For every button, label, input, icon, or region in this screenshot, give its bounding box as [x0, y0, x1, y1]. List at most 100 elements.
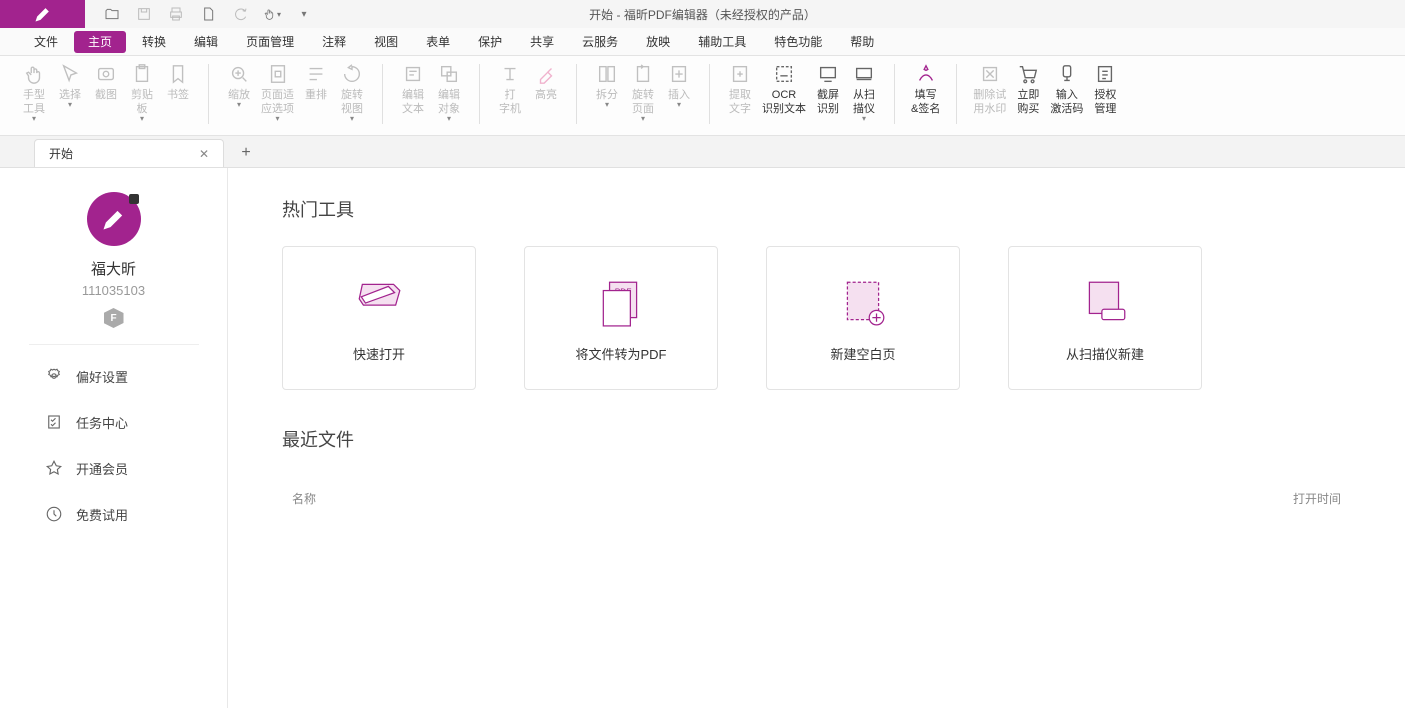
ribbon-insert[interactable]: 插入▾ — [661, 60, 697, 111]
rotate-icon — [340, 62, 364, 86]
ribbon-rotate[interactable]: 旋转 视图▾ — [334, 60, 370, 125]
ribbon-ocr[interactable]: OCR 识别文本 — [758, 60, 810, 118]
editobj-icon — [437, 62, 461, 86]
ribbon-zoom[interactable]: 缩放▾ — [221, 60, 257, 111]
menu-转换[interactable]: 转换 — [128, 28, 180, 56]
column-time: 打开时间 — [1293, 490, 1341, 507]
hand-icon — [22, 62, 46, 86]
convert-pdf-icon: PDF — [591, 274, 651, 330]
sidebar-item-vip[interactable]: 开通会员 — [44, 445, 227, 491]
ribbon-activate[interactable]: 输入 激活码 — [1046, 60, 1087, 118]
ribbon-split[interactable]: 拆分▾ — [589, 60, 625, 111]
qat-export[interactable] — [199, 5, 217, 23]
ribbon-clipboard[interactable]: 剪贴 板▾ — [124, 60, 160, 125]
ribbon-extract[interactable]: 提取 文字 — [722, 60, 758, 118]
vip-icon — [44, 458, 64, 478]
qat-touch[interactable]: ▾ — [263, 5, 281, 23]
app-logo[interactable] — [0, 0, 85, 28]
watermark-icon — [978, 62, 1002, 86]
qat-open[interactable] — [103, 5, 121, 23]
sidebar-item-tasks[interactable]: 任务中心 — [44, 399, 227, 445]
ribbon-snapshot[interactable]: 截图 — [88, 60, 124, 104]
title-bar: ▾ ▾ 开始 - 福昕PDF编辑器（未经授权的产品） — [0, 0, 1405, 28]
ribbon-bookmark[interactable]: 书签 — [160, 60, 196, 104]
sidebar: 福大昕 111035103 F 偏好设置任务中心开通会员免费试用 — [0, 168, 228, 708]
recent-files-section: 最近文件 名称 打开时间 — [282, 426, 1351, 507]
content-area: 热门工具 快速打开 PDF将文件转为PDF 新建空白页从扫描仪新建 最近文件 名称 … — [228, 168, 1405, 708]
ribbon-select[interactable]: 选择▾ — [52, 60, 88, 111]
ribbon-screenocr[interactable]: 截屏 识别 — [810, 60, 846, 118]
folder-icon — [104, 6, 120, 22]
snapshot-icon — [94, 62, 118, 86]
sidebar-item-trial[interactable]: 免费试用 — [44, 491, 227, 537]
close-icon[interactable]: ✕ — [199, 147, 213, 161]
from-scanner-icon — [1075, 274, 1135, 330]
ribbon-rotatepage[interactable]: 旋转 页面▾ — [625, 60, 661, 125]
qat-redo[interactable] — [231, 5, 249, 23]
scanner-icon — [852, 62, 876, 86]
insert-icon — [667, 62, 691, 86]
ribbon-highlight[interactable]: 高亮 — [528, 60, 564, 104]
ribbon-fitpage[interactable]: 页面适 应选项▾ — [257, 60, 298, 125]
quick-access-toolbar: ▾ ▾ — [103, 5, 313, 23]
chevron-down-icon: ▾ — [447, 114, 451, 123]
menu-页面管理[interactable]: 页面管理 — [232, 28, 308, 56]
menu-云服务[interactable]: 云服务 — [568, 28, 632, 56]
ribbon-edittext[interactable]: 编辑 文本 — [395, 60, 431, 118]
sidebar-menu: 偏好设置任务中心开通会员免费试用 — [0, 353, 227, 537]
tool-card-from-scanner[interactable]: 从扫描仪新建 — [1008, 246, 1202, 390]
chevron-down-icon: ▾ — [32, 114, 36, 123]
menu-表单[interactable]: 表单 — [412, 28, 464, 56]
bookmark-icon — [166, 62, 190, 86]
ribbon-typewriter[interactable]: 打 字机 — [492, 60, 528, 118]
sidebar-item-settings[interactable]: 偏好设置 — [44, 353, 227, 399]
ribbon-watermark[interactable]: 删除试 用水印 — [969, 60, 1010, 118]
ribbon-scanner[interactable]: 从扫 描仪▾ — [846, 60, 882, 125]
tools-section-title: 热门工具 — [282, 196, 1351, 222]
menu-辅助工具[interactable]: 辅助工具 — [684, 28, 760, 56]
tool-card-convert-pdf[interactable]: PDF将文件转为PDF — [524, 246, 718, 390]
menu-帮助[interactable]: 帮助 — [836, 28, 888, 56]
qat-customize[interactable]: ▾ — [295, 5, 313, 23]
qat-print[interactable] — [167, 5, 185, 23]
tool-card-open-file[interactable]: 快速打开 — [282, 246, 476, 390]
ribbon-fillsign[interactable]: 填写 &签名 — [907, 60, 944, 118]
blank-page-icon — [833, 274, 893, 330]
menu-共享[interactable]: 共享 — [516, 28, 568, 56]
menu-视图[interactable]: 视图 — [360, 28, 412, 56]
document-tab-bar: 开始 ✕ + — [0, 136, 1405, 168]
document-tab-start[interactable]: 开始 ✕ — [34, 139, 224, 167]
document-tab-label: 开始 — [49, 145, 73, 162]
tasks-icon — [44, 412, 64, 432]
open-file-icon — [349, 274, 409, 330]
qat-save[interactable] — [135, 5, 153, 23]
menu-主页[interactable]: 主页 — [74, 31, 126, 53]
menu-文件[interactable]: 文件 — [20, 28, 72, 56]
ribbon-hand[interactable]: 手型 工具▾ — [16, 60, 52, 125]
ribbon-editobj[interactable]: 编辑 对象▾ — [431, 60, 467, 125]
menu-放映[interactable]: 放映 — [632, 28, 684, 56]
recent-section-title: 最近文件 — [282, 426, 1351, 452]
redo-icon — [232, 6, 248, 22]
window-title: 开始 - 福昕PDF编辑器（未经授权的产品） — [589, 6, 816, 23]
ribbon-license[interactable]: 授权 管理 — [1087, 60, 1123, 118]
menu-特色功能[interactable]: 特色功能 — [760, 28, 836, 56]
tool-card-blank-page[interactable]: 新建空白页 — [766, 246, 960, 390]
screenocr-icon — [816, 62, 840, 86]
tool-cards: 快速打开 PDF将文件转为PDF 新建空白页从扫描仪新建 — [282, 246, 1351, 390]
add-tab-button[interactable]: + — [232, 139, 260, 167]
hand-icon — [263, 6, 276, 22]
ribbon-buy[interactable]: 立即 购买 — [1010, 60, 1046, 118]
chevron-down-icon: ▾ — [68, 100, 72, 109]
pen-nib-icon — [33, 4, 53, 24]
username: 福大昕 — [91, 258, 136, 279]
chevron-down-icon: ▾ — [677, 100, 681, 109]
print-icon — [168, 6, 184, 22]
avatar[interactable] — [87, 192, 141, 246]
user-id: 111035103 — [82, 283, 145, 298]
menu-保护[interactable]: 保护 — [464, 28, 516, 56]
menu-编辑[interactable]: 编辑 — [180, 28, 232, 56]
ribbon-reflow[interactable]: 重排 — [298, 60, 334, 104]
zoom-icon — [227, 62, 251, 86]
menu-注释[interactable]: 注释 — [308, 28, 360, 56]
